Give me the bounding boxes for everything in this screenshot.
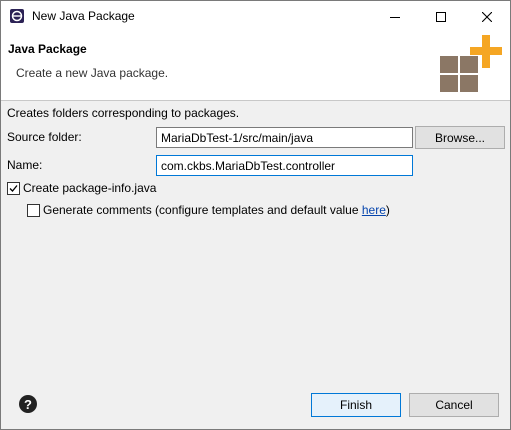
wizard-header: Java Package Create a new Java package. xyxy=(1,32,510,101)
create-package-info-label: Create package-info.java xyxy=(23,181,157,195)
page-title: Java Package xyxy=(8,42,87,56)
close-icon xyxy=(482,11,492,22)
configure-templates-link[interactable]: here xyxy=(362,203,386,217)
finish-button[interactable]: Finish xyxy=(311,393,401,417)
package-add-icon xyxy=(440,35,502,92)
svg-text:?: ? xyxy=(24,397,32,412)
minimize-button[interactable] xyxy=(372,1,418,32)
close-button[interactable] xyxy=(464,1,510,32)
generate-comments-checkbox[interactable] xyxy=(27,203,40,217)
window-title: New Java Package xyxy=(32,9,135,23)
generate-comments-label: Generate comments (configure templates a… xyxy=(43,203,390,217)
maximize-button[interactable] xyxy=(418,1,464,32)
section-description: Creates folders corresponding to package… xyxy=(7,106,240,120)
maximize-icon xyxy=(436,11,446,22)
name-label: Name: xyxy=(7,158,43,172)
source-folder-label: Source folder: xyxy=(7,130,82,144)
eclipse-icon xyxy=(10,9,24,23)
dialog-window: New Java Package Java Package Create a n… xyxy=(0,0,511,430)
cancel-button[interactable]: Cancel xyxy=(409,393,499,417)
browse-button[interactable]: Browse... xyxy=(415,126,505,149)
package-name-input[interactable] xyxy=(156,155,413,176)
title-bar: New Java Package xyxy=(1,1,510,32)
generate-comments-text: Generate comments (configure templates a… xyxy=(43,203,362,217)
create-package-info-checkbox[interactable] xyxy=(7,181,20,195)
checkmark-icon xyxy=(9,184,18,192)
generate-comments-option[interactable]: Generate comments (configure templates a… xyxy=(27,203,390,217)
generate-comments-text-end: ) xyxy=(385,203,390,217)
source-folder-input[interactable] xyxy=(156,127,413,148)
page-description: Create a new Java package. xyxy=(16,66,169,80)
create-package-info-option[interactable]: Create package-info.java xyxy=(7,181,156,195)
minimize-icon xyxy=(390,16,400,18)
help-icon[interactable]: ? xyxy=(18,394,38,414)
